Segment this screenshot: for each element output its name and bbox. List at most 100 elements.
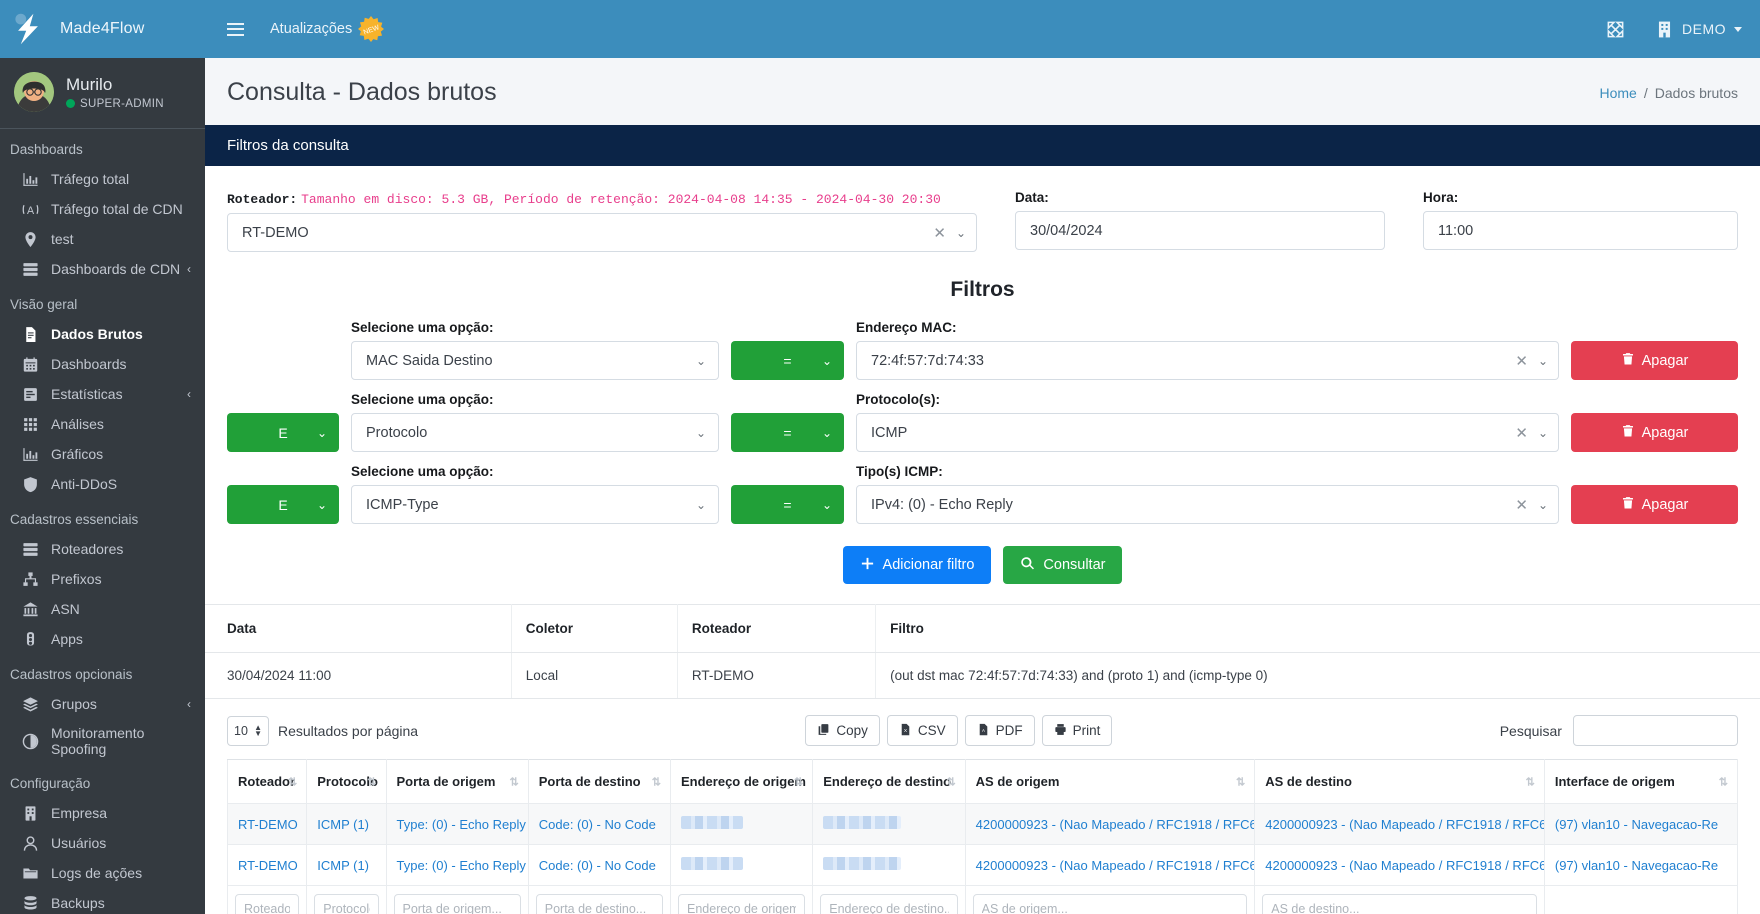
sidebar-item-gr-ficos[interactable]: Gráficos bbox=[0, 439, 205, 469]
filter-field-select[interactable]: ICMP-Type ⌄ bbox=[351, 485, 719, 524]
filter-value-select[interactable]: IPv4: (0) - Echo Reply ✕ ⌄ bbox=[856, 485, 1559, 524]
column-filter-input[interactable] bbox=[820, 894, 958, 914]
results-cell-porta-origem[interactable]: Type: (0) - Echo Reply bbox=[385, 844, 529, 886]
per-page-stepper[interactable]: 10 ▲ ▼ bbox=[227, 715, 269, 746]
results-table-header[interactable]: Porta de origem ⇅ bbox=[385, 759, 529, 804]
export-print-button[interactable]: Print bbox=[1041, 715, 1113, 746]
chevron-down-icon[interactable]: ⌄ bbox=[956, 226, 966, 240]
logic-operator-select[interactable]: E ⌄ bbox=[227, 485, 339, 524]
results-cell-as-destino[interactable]: 4200000923 - (Nao Mapeado / RFC1918 / RF… bbox=[1254, 803, 1545, 845]
export-pdf-button[interactable]: A PDF bbox=[964, 715, 1035, 746]
results-cell-endereco-destino[interactable] bbox=[812, 844, 966, 886]
search-input[interactable] bbox=[1572, 715, 1738, 746]
sort-updown-icon[interactable]: ⇅ bbox=[1719, 775, 1728, 788]
router-select[interactable]: RT-DEMO ✕ ⌄ bbox=[227, 213, 977, 252]
results-cell-roteador[interactable]: RT-DEMO bbox=[226, 844, 308, 886]
sidebar-item-asn[interactable]: ASN bbox=[0, 594, 205, 624]
sort-updown-icon[interactable]: ⇅ bbox=[1526, 775, 1535, 788]
time-input[interactable]: 11:00 bbox=[1423, 211, 1738, 250]
sort-updown-icon[interactable]: ⇅ bbox=[367, 775, 376, 788]
export-csv-button[interactable]: X CSV bbox=[886, 715, 958, 746]
results-cell-interface-origem[interactable]: (97) vlan10 - Navegacao-Re bbox=[1543, 844, 1739, 886]
clear-x-icon[interactable]: ✕ bbox=[1505, 424, 1538, 442]
column-filter-input[interactable] bbox=[972, 894, 1248, 914]
results-cell-protocolo[interactable]: ICMP (1) bbox=[306, 803, 387, 845]
sort-updown-icon[interactable]: ⇅ bbox=[794, 775, 803, 788]
per-page-control[interactable]: 10 ▲ ▼ Resultados por página bbox=[227, 715, 418, 746]
sidebar-item-tr-fego-total[interactable]: Tráfego total bbox=[0, 164, 205, 194]
sidebar-item-grupos[interactable]: Grupos ‹ bbox=[0, 689, 205, 719]
user-panel[interactable]: Murilo SUPER-ADMIN bbox=[0, 58, 205, 129]
filter-field-select[interactable]: Protocolo ⌄ bbox=[351, 413, 719, 452]
sidebar-item-roteadores[interactable]: Roteadores bbox=[0, 534, 205, 564]
sort-updown-icon[interactable]: ⇅ bbox=[946, 775, 955, 788]
sidebar-item-test[interactable]: test bbox=[0, 224, 205, 254]
filter-operator-select[interactable]: = ⌄ bbox=[731, 485, 844, 524]
add-filter-button[interactable]: Adicionar filtro bbox=[842, 546, 992, 584]
chevron-down-icon[interactable]: ⌄ bbox=[1538, 498, 1548, 512]
expand-arrows-icon[interactable] bbox=[1606, 20, 1625, 39]
logic-operator-select[interactable]: E ⌄ bbox=[227, 413, 339, 452]
results-cell-porta-origem[interactable]: Type: (0) - Echo Reply bbox=[385, 803, 529, 845]
filter-value-select[interactable]: ICMP ✕ ⌄ bbox=[856, 413, 1559, 452]
sidebar-item-anti-ddos[interactable]: Anti-DDoS bbox=[0, 469, 205, 499]
delete-filter-button[interactable]: Apagar bbox=[1571, 485, 1738, 524]
chevron-down-icon[interactable]: ⌄ bbox=[1538, 354, 1548, 368]
results-table-header[interactable]: Endereço de origem ⇅ bbox=[669, 759, 814, 804]
column-filter-input[interactable] bbox=[535, 894, 663, 914]
sidebar-item-apps[interactable]: Apps bbox=[0, 624, 205, 654]
column-filter-input[interactable] bbox=[678, 894, 806, 914]
sidebar-item-dashboards[interactable]: Dashboards bbox=[0, 349, 205, 379]
sidebar-item-prefixos[interactable]: Prefixos bbox=[0, 564, 205, 594]
results-cell-protocolo[interactable]: ICMP (1) bbox=[306, 844, 387, 886]
clear-x-icon[interactable]: ✕ bbox=[1505, 352, 1538, 370]
filter-field-select[interactable]: MAC Saida Destino ⌄ bbox=[351, 341, 719, 380]
results-cell-endereco-origem[interactable] bbox=[669, 803, 814, 845]
sidebar-item-dados-brutos[interactable]: Dados Brutos bbox=[0, 319, 205, 349]
results-table-header[interactable]: Interface de origem ⇅ bbox=[1543, 759, 1739, 804]
export-copy-button[interactable]: Copy bbox=[805, 715, 880, 746]
sort-updown-icon[interactable]: ⇅ bbox=[1236, 775, 1245, 788]
sort-updown-icon[interactable]: ⇅ bbox=[652, 775, 661, 788]
results-cell-roteador[interactable]: RT-DEMO bbox=[226, 803, 308, 845]
breadcrumb-home[interactable]: Home bbox=[1599, 85, 1636, 101]
results-cell-endereco-origem[interactable] bbox=[669, 844, 814, 886]
results-table-header[interactable]: Protocolo ⇅ bbox=[306, 759, 387, 804]
consultar-button[interactable]: Consultar bbox=[1003, 546, 1123, 584]
filter-operator-select[interactable]: = ⌄ bbox=[731, 341, 844, 380]
sort-updown-icon[interactable]: ⇅ bbox=[288, 775, 297, 788]
results-cell-as-origem[interactable]: 4200000923 - (Nao Mapeado / RFC1918 / RF… bbox=[964, 803, 1256, 845]
sidebar-item-usu-rios[interactable]: Usuários bbox=[0, 828, 205, 858]
column-filter-input[interactable] bbox=[1262, 894, 1537, 914]
brand-header[interactable]: Made4Flow bbox=[0, 0, 205, 58]
column-filter-input[interactable] bbox=[314, 894, 379, 914]
results-table-header[interactable]: Roteador ⇅ bbox=[226, 759, 308, 804]
chevron-down-icon[interactable]: ⌄ bbox=[1538, 426, 1548, 440]
sidebar-item-monitoramento-spoofing[interactable]: Monitoramento Spoofing bbox=[0, 719, 205, 763]
delete-filter-button[interactable]: Apagar bbox=[1571, 341, 1738, 380]
clear-x-icon[interactable]: ✕ bbox=[1505, 496, 1538, 514]
sidebar-item-an-lises[interactable]: Análises bbox=[0, 409, 205, 439]
delete-filter-button[interactable]: Apagar bbox=[1571, 413, 1738, 452]
results-table-header[interactable]: Porta de destino ⇅ bbox=[527, 759, 672, 804]
sidebar-item-dashboards-de-cdn[interactable]: Dashboards de CDN ‹ bbox=[0, 254, 205, 284]
results-cell-endereco-destino[interactable] bbox=[812, 803, 966, 845]
company-selector[interactable]: DEMO bbox=[1655, 20, 1742, 39]
results-table-header[interactable]: Endereço de destino ⇅ bbox=[812, 759, 966, 804]
sidebar-item-estat-sticas[interactable]: Estatísticas ‹ bbox=[0, 379, 205, 409]
sort-updown-icon[interactable]: ⇅ bbox=[510, 775, 519, 788]
results-table-header[interactable]: AS de origem ⇅ bbox=[964, 759, 1256, 804]
results-cell-as-destino[interactable]: 4200000923 - (Nao Mapeado / RFC1918 / RF… bbox=[1254, 844, 1545, 886]
date-input[interactable]: 30/04/2024 bbox=[1015, 211, 1385, 250]
results-cell-as-origem[interactable]: 4200000923 - (Nao Mapeado / RFC1918 / RF… bbox=[964, 844, 1256, 886]
sidebar-item-logs-de-a-es[interactable]: Logs de ações bbox=[0, 858, 205, 888]
results-cell-porta-destino[interactable]: Code: (0) - No Code bbox=[527, 844, 672, 886]
column-filter-input[interactable] bbox=[235, 894, 300, 914]
hamburger-icon[interactable] bbox=[227, 22, 244, 36]
column-filter-input[interactable] bbox=[393, 894, 521, 914]
clear-x-icon[interactable]: ✕ bbox=[923, 224, 956, 242]
filter-value-select[interactable]: 72:4f:57:7d:74:33 ✕ ⌄ bbox=[856, 341, 1559, 380]
results-cell-interface-origem[interactable]: (97) vlan10 - Navegacao-Re bbox=[1543, 803, 1739, 845]
updates-link[interactable]: Atualizações NEW bbox=[270, 16, 385, 42]
results-table-header[interactable]: AS de destino ⇅ bbox=[1254, 759, 1545, 804]
